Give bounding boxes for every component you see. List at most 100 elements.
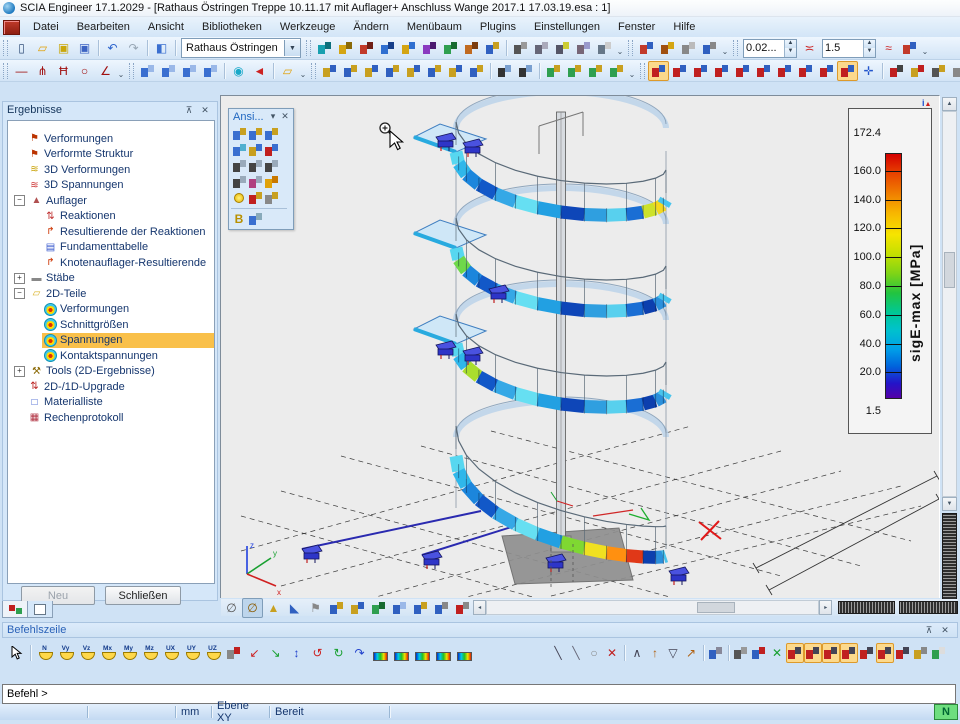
menu-item-werkzeuge[interactable]: Werkzeuge <box>271 18 344 36</box>
zoom-in-icon[interactable] <box>231 158 247 174</box>
result-button-vz[interactable]: Vz <box>76 643 97 663</box>
perpendicular-snap-icon[interactable] <box>840 643 858 663</box>
window-mode-icon[interactable] <box>247 211 263 227</box>
toolbar-grip[interactable] <box>640 63 645 79</box>
snapshot-icon[interactable] <box>247 190 263 206</box>
rotate-left-icon[interactable]: ↺ <box>307 643 328 663</box>
scroll-right-button[interactable]: ▸ <box>819 600 832 615</box>
tree-item-materialliste[interactable]: □Materialliste <box>8 395 214 411</box>
save-icon[interactable]: ▣ <box>53 38 74 58</box>
steel-setup-icon[interactable] <box>440 38 461 58</box>
menu-item-ndern[interactable]: Ändern <box>344 18 397 36</box>
toolbar-grip[interactable] <box>628 40 633 56</box>
arrow-red-icon[interactable]: ↙ <box>244 643 265 663</box>
tree-item-stäbe[interactable]: +▬Stäbe <box>8 271 214 287</box>
intersection-snap-icon[interactable] <box>822 643 840 663</box>
toolbar-overflow-icon[interactable]: ⌄ <box>720 40 730 56</box>
view-parameters-icon[interactable] <box>482 38 503 58</box>
hinge-tool-icon[interactable]: ⋔ <box>32 61 53 81</box>
save-as-icon[interactable]: ▣ <box>74 38 95 58</box>
render-wireframe-icon[interactable]: ∅ <box>221 598 242 618</box>
scroll-left-button[interactable]: ◂ <box>473 600 486 615</box>
tree-item-tools2dergebnisse[interactable]: +⚒Tools (2D-Ergebnisse) <box>8 364 214 380</box>
expand-icon[interactable]: + <box>14 366 25 377</box>
calculation-icon[interactable] <box>398 38 419 58</box>
zoom-out-icon[interactable] <box>247 158 263 174</box>
close-icon[interactable]: ✕ <box>937 623 953 638</box>
menu-item-bibliotheken[interactable]: Bibliotheken <box>193 18 271 36</box>
label-tool-icon-1[interactable] <box>543 61 564 81</box>
supports-display-icon[interactable]: ◣ <box>284 598 305 618</box>
polyline-snap-icon[interactable]: ╲ <box>567 643 585 663</box>
open-layer-icon[interactable]: ▱ <box>277 61 298 81</box>
undo-icon[interactable]: ↶ <box>102 38 123 58</box>
tree-item-3dverformungen[interactable]: ≋3D Verformungen <box>8 162 214 178</box>
labels-display-icon[interactable]: ⚑ <box>305 598 326 618</box>
toolbar-grip[interactable] <box>129 63 134 79</box>
label-tool-icon-3[interactable] <box>585 61 606 81</box>
result-display-icon-5[interactable] <box>732 61 753 81</box>
tree-item-auflager[interactable]: −▲Auflager <box>8 193 214 209</box>
measure-icon[interactable] <box>912 643 930 663</box>
window-view-icon-3[interactable] <box>179 61 200 81</box>
menu-item-einstellungen[interactable]: Einstellungen <box>525 18 609 36</box>
panel-tab-results[interactable] <box>2 601 28 618</box>
isoline-result-icon-5[interactable] <box>454 643 475 663</box>
project-combobox[interactable]: Rathaus Östringen▼ <box>181 38 301 58</box>
image-gallery-icon[interactable] <box>886 61 907 81</box>
result-display-icon-8[interactable] <box>795 61 816 81</box>
pin-icon[interactable]: ⊼ <box>181 103 197 118</box>
zoom-selection-icon[interactable] <box>247 174 263 190</box>
toolbar-overflow-icon[interactable]: ⌄ <box>627 63 637 79</box>
result-display-icon-7[interactable] <box>774 61 795 81</box>
cursor-snap-icon[interactable] <box>707 643 725 663</box>
result-size-icon[interactable] <box>899 38 920 58</box>
snap-indicator[interactable]: N <box>934 704 958 720</box>
zoom-window-icon[interactable] <box>263 158 279 174</box>
tree-item-kontaktspannungen[interactable]: Kontaktspannungen <box>8 348 214 364</box>
result-display-icon-10[interactable] <box>837 61 858 81</box>
horizontal-scrollbar[interactable] <box>486 600 819 615</box>
engineering-report-icon[interactable] <box>594 38 615 58</box>
isoline-result-icon-1[interactable] <box>370 643 391 663</box>
zoom-all-icon[interactable] <box>231 174 247 190</box>
close-button[interactable]: Schließen <box>105 586 181 605</box>
light-bulb-icon[interactable] <box>231 190 247 206</box>
visibility-icon[interactable]: ◉ <box>228 61 249 81</box>
scroll-up-button[interactable]: ▲ <box>942 97 957 111</box>
camera-view-icon[interactable] <box>263 190 279 206</box>
calculator-icon[interactable] <box>552 38 573 58</box>
member-tool-icon-5[interactable] <box>403 61 424 81</box>
tree-item-2dteile[interactable]: −▱2D-Teile <box>8 286 214 302</box>
toolbar-grip[interactable] <box>311 63 316 79</box>
view-toolbox-header[interactable]: Ansi... ▾ ✕ <box>229 109 293 124</box>
scroll-down-button[interactable]: ▼ <box>942 497 957 511</box>
concrete-setup-icon[interactable] <box>419 38 440 58</box>
result-scale-spinner-spin-buttons[interactable]: ▲▼ <box>863 40 875 57</box>
menu-item-fenster[interactable]: Fenster <box>609 18 664 36</box>
document-icon[interactable] <box>410 598 431 618</box>
tree-item-verformungen[interactable]: Verformungen <box>8 302 214 318</box>
spin-down-icon[interactable]: ▼ <box>784 48 796 57</box>
tree-item-spannungen[interactable]: Spannungen <box>8 333 214 349</box>
crosslink-tool-icon[interactable]: Ħ <box>53 61 74 81</box>
result-button-n[interactable]: N <box>34 643 55 663</box>
member-tool-icon-2[interactable] <box>340 61 361 81</box>
result-display-icon-2[interactable] <box>669 61 690 81</box>
units-icon[interactable] <box>314 38 335 58</box>
window-view-icon-2[interactable] <box>158 61 179 81</box>
arc-snap-icon[interactable] <box>894 643 912 663</box>
result-button-my[interactable]: My <box>118 643 139 663</box>
view-y-icon[interactable] <box>247 126 263 142</box>
print-preview-icon[interactable] <box>531 38 552 58</box>
loads-display-icon[interactable] <box>326 598 347 618</box>
results-display-icon[interactable] <box>389 598 410 618</box>
isoline-result-icon-2[interactable] <box>391 643 412 663</box>
result-display-icon-6[interactable] <box>753 61 774 81</box>
tree-item-3dspannungen[interactable]: ≋3D Spannungen <box>8 178 214 194</box>
mesh-display-icon[interactable] <box>368 598 389 618</box>
delete-node-icon[interactable]: ✕ <box>603 643 621 663</box>
pin-icon[interactable]: ⊼ <box>921 623 937 638</box>
bounding-box-snap-icon[interactable] <box>876 643 894 663</box>
project-manager-icon[interactable]: ◧ <box>151 38 172 58</box>
